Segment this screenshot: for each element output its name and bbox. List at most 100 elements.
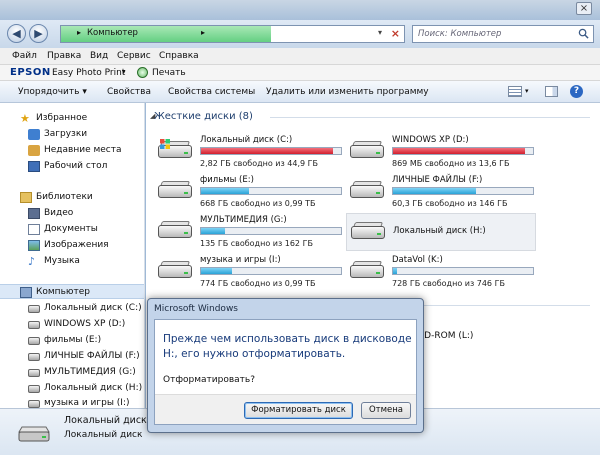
back-button[interactable]: ◀	[7, 24, 26, 43]
drive-icon	[158, 259, 192, 281]
nav-libraries[interactable]: Библиотеки	[0, 190, 144, 205]
nav-drive-e[interactable]: фильмы (E:)	[0, 333, 144, 348]
nav-computer[interactable]: Компьютер	[0, 284, 144, 299]
drive-usage-bar	[200, 187, 342, 195]
drive-tile-g[interactable]: МУЛЬТИМЕДИЯ (G:) 135 ГБ свободно из 162 Г…	[154, 213, 344, 251]
drive-usage-fill	[393, 148, 525, 154]
hard-drives-group-header[interactable]: Жесткие диски (8)	[154, 111, 253, 122]
drive-icon	[158, 219, 192, 241]
drive-icon	[28, 385, 40, 393]
menu-help[interactable]: Справка	[159, 51, 199, 61]
nav-drive-g[interactable]: МУЛЬТИМЕДИЯ (G:)	[0, 365, 144, 380]
drive-name: Локальный диск (H:)	[393, 226, 486, 236]
search-icon[interactable]	[578, 28, 589, 39]
nav-drive-i[interactable]: музыка и игры (I:)	[0, 396, 144, 408]
dialog-footer: Форматировать диск Отмена	[155, 394, 416, 424]
epson-toolbar: EPSON Easy Photo Print ▾ Печать	[0, 65, 600, 81]
nav-recent[interactable]: Недавние места	[0, 143, 144, 158]
drive-name: DataVol (K:)	[392, 255, 443, 265]
libraries-icon	[20, 192, 32, 203]
drive-usage-bar	[392, 267, 534, 275]
dialog-question: Отформатировать?	[163, 375, 255, 385]
print-icon[interactable]	[137, 67, 148, 78]
view-options-icon[interactable]	[508, 86, 522, 97]
window-close-button[interactable]: ×	[576, 2, 592, 15]
chevron-down-icon[interactable]: ▾	[122, 68, 126, 76]
drive-tile-d[interactable]: WINDOWS XP (D:) 869 МБ свободно из 13,6 Г…	[346, 133, 536, 171]
nav-drive-f[interactable]: ЛИЧНЫЕ ФАЙЛЫ (F:)	[0, 349, 144, 364]
nav-images[interactable]: Изображения	[0, 238, 144, 253]
drive-usage-fill	[201, 228, 225, 234]
nav-documents[interactable]: Документы	[0, 222, 144, 237]
drive-icon	[18, 426, 50, 442]
menu-view[interactable]: Вид	[90, 51, 108, 61]
details-drive-type: Локальный диск	[64, 430, 143, 440]
easy-photo-print-button[interactable]: Easy Photo Print	[52, 68, 125, 78]
drive-usage-fill	[201, 268, 232, 274]
nav-drive-h[interactable]: Локальный диск (H:)	[0, 381, 144, 396]
breadcrumb-chevron-icon[interactable]: ▸	[77, 28, 81, 37]
drive-tile-c[interactable]: Локальный диск (C:) 2,82 ГБ свободно из 4…	[154, 133, 344, 171]
nav-label: Рабочий стол	[44, 161, 108, 171]
drive-free-space: 2,82 ГБ свободно из 44,9 ГБ	[200, 159, 319, 168]
drive-usage-bar	[200, 267, 342, 275]
print-button[interactable]: Печать	[152, 68, 186, 78]
drive-icon	[351, 220, 385, 242]
video-icon	[28, 208, 40, 219]
drive-name: WINDOWS XP (D:)	[392, 135, 469, 145]
help-icon[interactable]: ?	[570, 85, 583, 98]
system-properties-button[interactable]: Свойства системы	[168, 87, 255, 97]
drive-name: Локальный диск (C:)	[200, 135, 293, 145]
nav-label: Изображения	[44, 240, 109, 250]
drive-tile-f[interactable]: ЛИЧНЫЕ ФАЙЛЫ (F:) 60,3 ГБ свободно из 146…	[346, 173, 536, 211]
nav-favorites[interactable]: ★ Избранное	[0, 111, 144, 126]
address-bar[interactable]: ▸ Компьютер ▸ ▾ ×	[60, 25, 405, 43]
epson-logo: EPSON	[10, 67, 51, 78]
drive-tile-e[interactable]: фильмы (E:) 668 ГБ свободно из 0,99 ТБ	[154, 173, 344, 211]
chevron-down-icon[interactable]: ▾	[525, 87, 529, 95]
nav-video[interactable]: Видео	[0, 206, 144, 221]
downloads-icon	[28, 129, 40, 140]
drive-tile-k[interactable]: DataVol (K:) 728 ГБ свободно из 746 ГБ	[346, 253, 536, 291]
preview-pane-icon[interactable]	[545, 86, 558, 97]
drive-free-space: 135 ГБ свободно из 162 ГБ	[200, 239, 313, 248]
nav-drive-d[interactable]: WINDOWS XP (D:)	[0, 317, 144, 332]
format-disk-dialog: Microsoft Windows Прежде чем использоват…	[147, 298, 424, 433]
format-disk-button[interactable]: Форматировать диск	[244, 402, 353, 419]
search-input[interactable]: Поиск: Компьютер	[412, 25, 594, 43]
drive-usage-fill	[393, 188, 476, 194]
stop-icon[interactable]: ×	[391, 27, 400, 40]
address-dropdown-icon[interactable]: ▾	[378, 28, 382, 37]
properties-button[interactable]: Свойства	[107, 87, 151, 97]
drive-icon	[158, 179, 192, 201]
breadcrumb-computer[interactable]: Компьютер	[87, 28, 138, 38]
dialog-message-line1: Прежде чем использовать диск в дисководе	[163, 333, 412, 345]
dialog-title: Microsoft Windows	[154, 304, 238, 314]
nav-music[interactable]: ♪ Музыка	[0, 254, 144, 269]
nav-label: WINDOWS XP (D:)	[44, 319, 126, 329]
drive-icon	[350, 139, 384, 161]
nav-desktop[interactable]: Рабочий стол	[0, 159, 144, 174]
drive-icon	[158, 139, 192, 161]
nav-drive-c[interactable]: Локальный диск (C:)	[0, 301, 144, 316]
drive-usage-bar	[200, 147, 342, 155]
menu-bar: Файл Правка Вид Сервис Справка	[0, 48, 600, 65]
nav-label: фильмы (E:)	[44, 335, 102, 345]
nav-downloads[interactable]: Загрузки	[0, 127, 144, 142]
organize-button[interactable]: Упорядочить ▾	[18, 87, 87, 97]
drive-icon	[28, 321, 40, 329]
breadcrumb-chevron-icon[interactable]: ▸	[201, 28, 205, 37]
menu-edit[interactable]: Правка	[47, 51, 81, 61]
drive-free-space: 668 ГБ свободно из 0,99 ТБ	[200, 199, 316, 208]
menu-tools[interactable]: Сервис	[117, 51, 151, 61]
menu-file[interactable]: Файл	[12, 51, 37, 61]
drive-icon	[28, 369, 40, 377]
drive-name: фильмы (E:)	[200, 175, 254, 185]
uninstall-program-button[interactable]: Удалить или изменить программу	[266, 87, 429, 97]
forward-button[interactable]: ▶	[29, 24, 48, 43]
bd-rom-drive-label[interactable]: BD-ROM (L:)	[418, 331, 473, 341]
cancel-button[interactable]: Отмена	[361, 402, 411, 419]
drive-tile-i[interactable]: музыка и игры (I:) 774 ГБ свободно из 0,9…	[154, 253, 344, 291]
drive-tile-h[interactable]: Локальный диск (H:)	[346, 213, 536, 251]
nav-label: Недавние места	[44, 145, 122, 155]
